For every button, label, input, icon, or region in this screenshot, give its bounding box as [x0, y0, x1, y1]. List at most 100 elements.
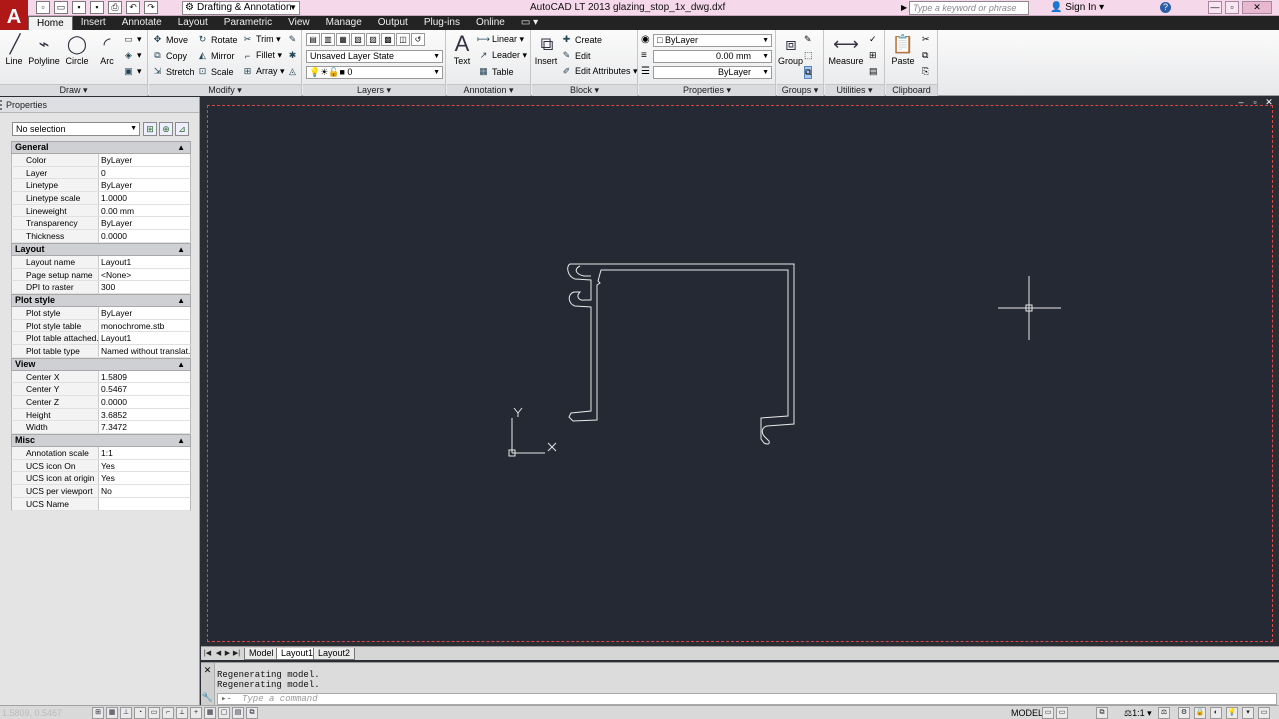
- dynamic-input-icon[interactable]: +: [190, 707, 202, 719]
- minimize-icon[interactable]: —: [1208, 1, 1222, 14]
- tab-model[interactable]: Model: [244, 648, 279, 660]
- property-row[interactable]: Lineweight 0.00 mm: [11, 204, 191, 218]
- property-row[interactable]: Annotation scale 1:1: [11, 447, 191, 460]
- maximize-icon[interactable]: ▫: [1225, 1, 1239, 14]
- paste-button[interactable]: 📋 Paste: [889, 32, 917, 67]
- property-row[interactable]: DPI to raster 300: [11, 281, 191, 294]
- workspace-switching-icon[interactable]: ⚙: [1178, 707, 1190, 719]
- close-icon[interactable]: ✕: [1242, 1, 1272, 14]
- quick-select-icon[interactable]: ✓: [869, 34, 877, 45]
- property-row[interactable]: Center Z 0.0000: [11, 396, 191, 409]
- property-row[interactable]: Transparency ByLayer: [11, 217, 191, 231]
- first-tab-icon[interactable]: |◀: [203, 649, 212, 658]
- property-value[interactable]: [99, 498, 190, 510]
- property-value[interactable]: Layout1: [99, 256, 190, 268]
- command-window-handle[interactable]: ✕ 🔧: [201, 663, 215, 706]
- property-value[interactable]: 1.5809: [99, 371, 190, 383]
- undo-icon[interactable]: ↶: [126, 1, 140, 14]
- property-row[interactable]: UCS icon On Yes: [11, 459, 191, 473]
- tab-layout1[interactable]: Layout1: [276, 648, 319, 660]
- property-row[interactable]: Color ByLayer: [11, 154, 191, 167]
- erase-button[interactable]: ✎: [287, 34, 298, 45]
- property-value[interactable]: ByLayer: [99, 217, 190, 229]
- drawing-canvas[interactable]: [208, 106, 1274, 643]
- layer-freeze-icon[interactable]: ▧: [351, 33, 365, 46]
- collapse-icon[interactable]: ▲: [177, 142, 185, 153]
- new-icon[interactable]: ▫: [36, 1, 50, 14]
- quick-view-drawings-icon[interactable]: ▭: [1056, 707, 1068, 719]
- layer-lock-icon[interactable]: ▩: [381, 33, 395, 46]
- property-row[interactable]: Layer 0: [11, 166, 191, 180]
- property-value[interactable]: 0: [99, 167, 190, 179]
- property-value[interactable]: 0.0000: [99, 230, 190, 242]
- draw-panel-label[interactable]: Draw ▾: [0, 84, 147, 96]
- redo-icon[interactable]: ↷: [144, 1, 158, 14]
- workspace-switcher[interactable]: ⚙ Drafting & Annotation ▼: [182, 1, 300, 15]
- property-row[interactable]: Plot style ByLayer: [11, 306, 191, 320]
- groups-panel-label[interactable]: Groups ▾: [777, 84, 823, 96]
- status-bar-menu-icon[interactable]: ▾: [1242, 707, 1254, 719]
- property-row[interactable]: Width 7.3472: [11, 421, 191, 435]
- quick-select-icon[interactable]: ⊿: [175, 122, 189, 136]
- property-value[interactable]: 300: [99, 281, 190, 293]
- property-value[interactable]: 1:1: [99, 447, 190, 459]
- region-button[interactable]: ▣ ▾: [123, 66, 141, 77]
- line-button[interactable]: ╱ Line: [2, 32, 26, 67]
- lineweight-combo[interactable]: 0.00 mm ▼: [653, 50, 772, 63]
- property-value[interactable]: <None>: [99, 269, 190, 281]
- last-tab-icon[interactable]: ▶|: [232, 649, 241, 658]
- snap-mode-icon[interactable]: ⊞: [92, 707, 104, 719]
- property-value[interactable]: Yes: [99, 472, 190, 484]
- text-button[interactable]: A Text: [449, 31, 475, 66]
- section-view[interactable]: View ▲: [11, 357, 191, 371]
- property-value[interactable]: monochrome.stb: [99, 320, 190, 332]
- viewport-minimize-icon[interactable]: –: [1235, 98, 1247, 107]
- copy-link-icon[interactable]: ⎘: [922, 66, 929, 77]
- explode-button[interactable]: ✱: [287, 50, 298, 61]
- annotation-scale[interactable]: ⚖1:1 ▾: [1124, 708, 1152, 719]
- collapse-icon[interactable]: ▲: [177, 295, 185, 306]
- property-row[interactable]: Layout name Layout1: [11, 255, 191, 269]
- create-block-button[interactable]: ✚ Create: [561, 34, 602, 45]
- polar-tracking-icon[interactable]: ◔: [134, 707, 146, 719]
- next-tab-icon[interactable]: ▶: [223, 649, 232, 658]
- property-row[interactable]: Plot table attached... Layout1: [11, 332, 191, 345]
- property-value[interactable]: 7.3472: [99, 421, 190, 433]
- property-row[interactable]: Page setup name <None>: [11, 268, 191, 282]
- selection-cycling-icon[interactable]: ⧉: [246, 707, 258, 719]
- layer-walk-icon[interactable]: ◫: [396, 33, 410, 46]
- tab-home[interactable]: Home: [28, 16, 73, 30]
- close-icon[interactable]: ✕: [201, 665, 214, 676]
- stretch-button[interactable]: ⇲ Stretch: [152, 66, 195, 77]
- arc-button[interactable]: ◜ Arc: [94, 32, 120, 67]
- tab-manage[interactable]: Manage: [318, 16, 370, 30]
- property-row[interactable]: UCS icon at origin Yes: [11, 472, 191, 486]
- group-edit-icon[interactable]: ⬚: [804, 50, 813, 61]
- section-misc[interactable]: Misc ▲: [11, 434, 191, 448]
- annotation-panel-label[interactable]: Annotation ▾: [447, 84, 530, 96]
- coordinate-readout[interactable]: 1.5809, 0.5467: [2, 707, 88, 719]
- property-value[interactable]: 3.6852: [99, 409, 190, 421]
- layer-combo[interactable]: 💡☀🔓■ 0 ▼: [306, 66, 443, 79]
- viewport-close-icon[interactable]: ✕: [1263, 98, 1275, 107]
- group-selection-icon[interactable]: ⧉: [804, 66, 813, 79]
- section-general[interactable]: General ▲: [11, 141, 191, 154]
- property-row[interactable]: Linetype ByLayer: [11, 179, 191, 193]
- property-value[interactable]: Named without translat...: [99, 345, 190, 357]
- quick-view-layouts-icon[interactable]: ▭: [1042, 707, 1054, 719]
- search-input[interactable]: Type a keyword or phrase: [909, 1, 1029, 15]
- match-properties-icon[interactable]: ◉: [641, 34, 650, 45]
- calculator-icon[interactable]: ⊞: [869, 50, 877, 61]
- polyline-button[interactable]: ⌁ Polyline: [28, 32, 60, 67]
- tab-insert[interactable]: Insert: [73, 16, 114, 30]
- edit-block-button[interactable]: ✎ Edit: [561, 50, 591, 61]
- tab-annotate[interactable]: Annotate: [114, 16, 170, 30]
- property-row[interactable]: Center Y 0.5467: [11, 383, 191, 396]
- transparency-toggle-icon[interactable]: ▢: [218, 707, 230, 719]
- layer-previous-icon[interactable]: ↺: [411, 33, 425, 46]
- glazing-stop-profile[interactable]: [567, 263, 795, 445]
- id-point-icon[interactable]: ▤: [869, 66, 878, 77]
- tab-layout2[interactable]: Layout2: [313, 648, 356, 660]
- layer-properties-icon[interactable]: ▤: [306, 33, 320, 46]
- wrench-icon[interactable]: 🔧: [201, 692, 214, 703]
